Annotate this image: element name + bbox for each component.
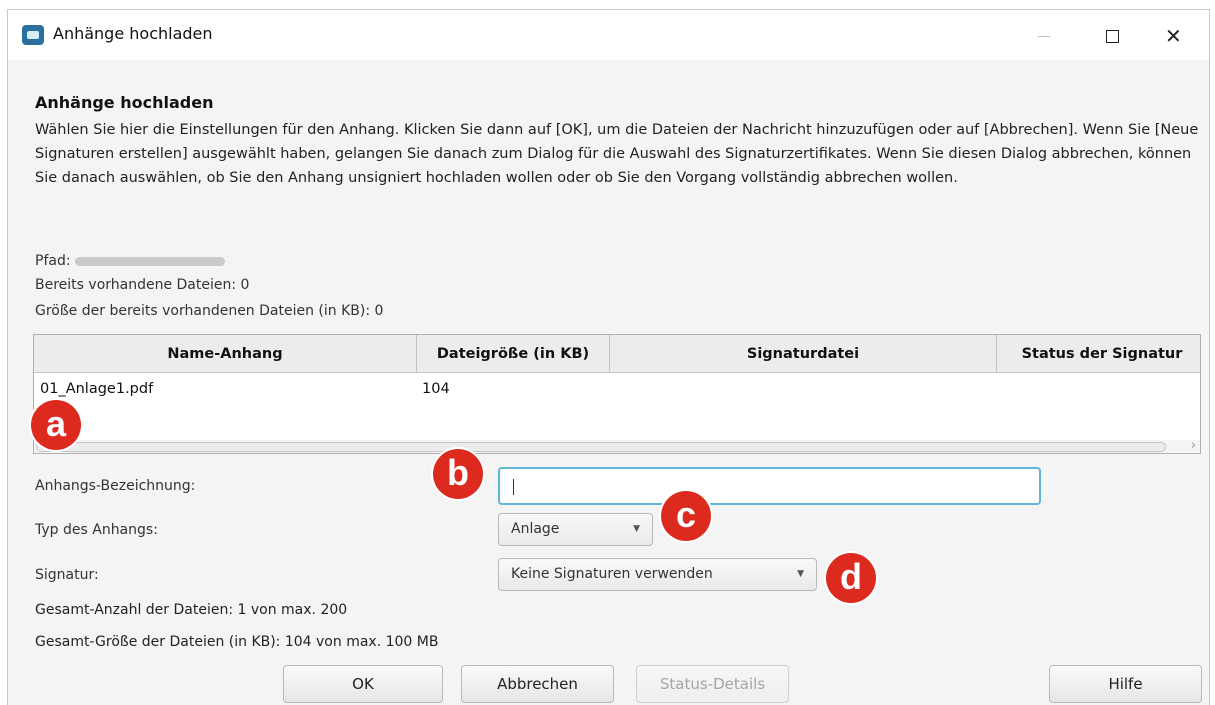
title-bar: Anhänge hochladen ✕ [8,10,1209,60]
cancel-button[interactable]: Abbrechen [461,665,614,703]
ok-button[interactable]: OK [283,665,443,703]
attachment-label-label: Anhangs-Bezeichnung: [35,478,196,494]
signature-value: Keine Signaturen verwenden [511,566,713,582]
close-button[interactable]: ✕ [1153,18,1199,54]
chevron-down-icon: ▼ [797,569,804,579]
dialog-heading: Anhänge hochladen [35,93,214,112]
attachment-type-label: Typ des Anhangs: [35,522,158,538]
text-caret [513,479,514,495]
dialog-description: Wählen Sie hier die Einstellungen für de… [35,122,1199,186]
dialog-content: Anhänge hochladen Wählen Sie hier die Ei… [8,60,1209,705]
table-header: Name-Anhang Dateigröße (in KB) Signaturd… [34,335,1200,373]
app-icon [22,25,44,45]
horizontal-scrollbar[interactable]: › [34,438,1200,453]
existing-files-info: Bereits vorhandene Dateien: 0 [35,277,250,293]
path-info: Pfad: [35,253,226,269]
minimize-button[interactable] [1020,18,1066,54]
annotation-marker-b: b [433,449,483,499]
chevron-right-icon[interactable]: › [1191,438,1196,453]
scrollbar-thumb[interactable] [36,442,1166,452]
column-header-size[interactable]: Dateigröße (in KB) [417,335,610,373]
total-file-count: Gesamt-Anzahl der Dateien: 1 von max. 20… [35,602,348,618]
maximize-icon [1106,30,1119,43]
attachment-label-input[interactable] [498,467,1041,505]
column-header-name[interactable]: Name-Anhang [34,335,417,373]
annotation-marker-d: d [826,553,876,603]
chevron-down-icon: ▼ [633,524,640,534]
blurred-path [75,256,226,266]
upload-attachments-dialog: Anhänge hochladen ✕ Anhänge hochladen Wä… [7,9,1210,705]
existing-size-info: Größe der bereits vorhandenen Dateien (i… [35,303,384,319]
minimize-icon [1038,36,1050,37]
close-icon: ✕ [1165,24,1182,48]
annotation-marker-a: a [31,400,81,450]
status-details-button[interactable]: Status-Details [636,665,789,703]
annotation-marker-c: c [661,491,711,541]
attachments-table: Name-Anhang Dateigröße (in KB) Signaturd… [33,334,1201,454]
total-file-size: Gesamt-Größe der Dateien (in KB): 104 vo… [35,634,439,650]
signature-label: Signatur: [35,567,99,583]
help-button[interactable]: Hilfe [1049,665,1202,703]
attachment-type-value: Anlage [511,521,560,537]
table-row[interactable]: 01_Anlage1.pdf 104 [34,374,1200,404]
attachment-type-select[interactable]: Anlage ▼ [498,513,653,546]
maximize-button[interactable] [1090,18,1136,54]
path-label: Pfad: [35,253,71,269]
cell-size: 104 [422,381,450,397]
column-header-signature-file[interactable]: Signaturdatei [610,335,997,373]
window-title: Anhänge hochladen [53,24,213,43]
column-header-signature-status[interactable]: Status der Signatur [997,335,1200,373]
signature-select[interactable]: Keine Signaturen verwenden ▼ [498,558,817,591]
